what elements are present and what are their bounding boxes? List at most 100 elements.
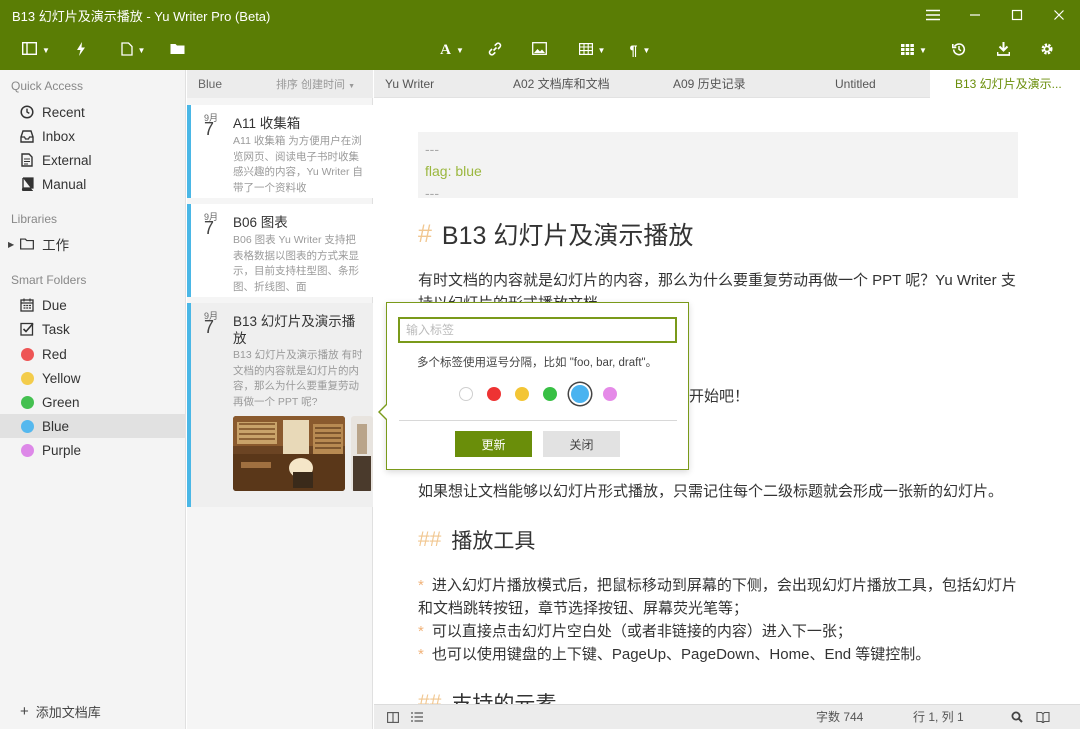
- word-count: 字数 744: [816, 710, 864, 724]
- sidebar-item-label: 工作: [42, 238, 70, 253]
- chevron-down-icon: ▼: [455, 45, 464, 55]
- new-document-button[interactable]: ▼: [112, 30, 154, 70]
- front-matter-dashes: ---: [425, 185, 439, 201]
- close-window-icon[interactable]: [1038, 0, 1080, 30]
- front-matter-key: flag:: [425, 163, 452, 179]
- history-icon: [952, 42, 966, 59]
- open-folder-button[interactable]: [168, 30, 186, 70]
- card-excerpt: A11 收集箱 为方便用户在浏览网页、阅读电子书时收集感兴趣的内容，Yu Wri…: [233, 135, 363, 194]
- search-icon[interactable]: [1011, 705, 1023, 729]
- green-dot-icon: [20, 395, 34, 409]
- quick-access-heading: Quick Access: [11, 79, 84, 93]
- document-heading-2: ## 支持的元素: [418, 688, 556, 704]
- folder-open-icon: [170, 42, 185, 58]
- export-button[interactable]: [994, 30, 1012, 70]
- table-icon: [578, 42, 593, 58]
- sidebar-item-label: Yellow: [42, 370, 81, 386]
- document-heading-2: ## 播放工具: [418, 525, 535, 555]
- sidebar-item-external[interactable]: External: [0, 148, 186, 172]
- gear-icon: [1040, 42, 1054, 59]
- layout-toggle-button[interactable]: ▼: [18, 30, 54, 70]
- window-title: B13 幻灯片及演示播放 - Yu Writer Pro (Beta): [12, 8, 271, 24]
- color-option-green[interactable]: [543, 387, 557, 401]
- quick-action-button[interactable]: [72, 30, 90, 70]
- color-option-blue-selected[interactable]: [571, 385, 589, 403]
- blue-dot-icon: [20, 419, 34, 433]
- insert-table-button[interactable]: ▼: [572, 30, 612, 70]
- insert-link-button[interactable]: [486, 30, 504, 70]
- sidebar-item-label: Task: [42, 321, 70, 337]
- tab-untitled[interactable]: Untitled: [835, 70, 925, 98]
- book-icon: [20, 177, 34, 191]
- view-grid-button[interactable]: ▼: [898, 30, 930, 70]
- sidebar-item-inbox[interactable]: Inbox: [0, 124, 186, 148]
- card-title: B06 图表: [233, 215, 288, 230]
- color-option-yellow[interactable]: [515, 387, 529, 401]
- sidebar-item-recent[interactable]: Recent: [0, 100, 186, 124]
- yellow-dot-icon: [20, 371, 34, 385]
- heading-text: B13 幻灯片及演示播放: [441, 222, 694, 250]
- list-text: 和文档跳转按钮，章节选择按钮、屏幕荧光笔等；: [418, 600, 749, 617]
- title-bar: B13 幻灯片及演示播放 - Yu Writer Pro (Beta): [0, 0, 1080, 30]
- list-text: 可以直接点击幻灯片空白处（或者非链接的内容）进入下一张；: [431, 623, 852, 640]
- list-text: 进入幻灯片播放模式后，把鼠标移动到屏幕的下侧，会出现幻灯片播放工具，包括幻灯片: [431, 577, 1017, 594]
- grid-icon: [901, 42, 914, 58]
- sidebar-item-library-work[interactable]: ▶ 工作: [0, 232, 186, 256]
- close-button[interactable]: 关闭: [543, 431, 620, 457]
- document-card[interactable]: 9月 7 A11 收集箱 A11 收集箱 为方便用户在浏览网页、阅读电子书时收集…: [187, 105, 373, 198]
- maximize-icon[interactable]: [996, 0, 1038, 30]
- download-icon: [996, 41, 1010, 59]
- sidebar-item-manual[interactable]: Manual: [0, 172, 186, 196]
- sidebar-item-yellow[interactable]: Yellow: [0, 366, 186, 390]
- add-library-label: 添加文档库: [35, 705, 101, 720]
- cursor-position: 行 1, 列 1: [913, 710, 964, 724]
- minimize-icon[interactable]: [954, 0, 996, 30]
- sidebar-item-green[interactable]: Green: [0, 390, 186, 414]
- hamburger-menu-icon[interactable]: [912, 0, 954, 30]
- font-style-button[interactable]: A ▼: [436, 30, 468, 70]
- library-thumbnail-image-2: [351, 416, 373, 491]
- chevron-down-icon: ▼: [348, 83, 355, 90]
- reading-mode-icon[interactable]: [1036, 705, 1050, 729]
- list-item: * 进入幻灯片播放模式后，把鼠标移动到屏幕的下侧，会出现幻灯片播放工具，包括幻灯片…: [418, 574, 1018, 620]
- tab-yu-writer[interactable]: Yu Writer: [385, 70, 495, 98]
- status-bar: 字数 744 行 1, 列 1: [374, 704, 1080, 729]
- smart-folders-heading: Smart Folders: [11, 273, 87, 287]
- sidebar-item-label: Manual: [42, 176, 87, 192]
- tab-a02[interactable]: A02 文档库和文档: [513, 70, 643, 98]
- document-card-selected[interactable]: 9月 7 B13 幻灯片及演示播放 B13 幻灯片及演示播放 有时文档的内容就是…: [187, 303, 373, 507]
- editor-scrollbar[interactable]: [1062, 98, 1080, 704]
- tag-input[interactable]: [398, 317, 677, 343]
- sidebar-item-purple[interactable]: Purple: [0, 438, 186, 462]
- sidebar-item-blue[interactable]: Blue: [0, 414, 186, 438]
- sidebar-item-task[interactable]: Task: [0, 317, 186, 341]
- color-option-red[interactable]: [487, 387, 501, 401]
- popup-arrow-inner: [380, 404, 388, 420]
- tab-b13-active[interactable]: B13 幻灯片及演示...: [930, 70, 1080, 98]
- outline-list-icon[interactable]: [411, 705, 423, 729]
- settings-button[interactable]: [1038, 30, 1056, 70]
- front-matter-dashes: ---: [425, 141, 439, 157]
- history-button[interactable]: [950, 30, 968, 70]
- paragraph-line: 有时文档的内容就是幻灯片的内容，那么为什么要重复劳动再做一个 PPT 呢？Yu …: [418, 272, 1016, 289]
- sidebar-item-red[interactable]: Red: [0, 342, 186, 366]
- folder-icon: [20, 237, 35, 251]
- sidebar: Quick Access Recent Inbox External Manua…: [0, 70, 186, 729]
- purple-dot-icon: [20, 443, 34, 457]
- layout-panel-icon: [22, 41, 38, 58]
- card-title: B13 幻灯片及演示播放: [233, 314, 356, 346]
- color-option-purple[interactable]: [603, 387, 617, 401]
- sidebar-item-due[interactable]: Due: [0, 293, 186, 317]
- chevron-right-icon[interactable]: ▶: [8, 240, 14, 249]
- insert-image-button[interactable]: [530, 30, 548, 70]
- color-option-none[interactable]: [459, 387, 473, 401]
- tab-a09[interactable]: A09 历史记录: [673, 70, 783, 98]
- sort-dropdown[interactable]: 排序 创建时间 ▼: [276, 76, 355, 92]
- paragraph-button[interactable]: ¶ ▼: [626, 30, 654, 70]
- checkbox-icon: [20, 322, 34, 336]
- add-library-button[interactable]: + 添加文档库: [20, 702, 101, 721]
- font-icon: A: [440, 41, 451, 58]
- split-view-icon[interactable]: [387, 705, 399, 729]
- document-card[interactable]: 9月 7 B06 图表 B06 图表 Yu Writer 支持把表格数据以图表的…: [187, 204, 373, 297]
- update-button[interactable]: 更新: [455, 431, 532, 457]
